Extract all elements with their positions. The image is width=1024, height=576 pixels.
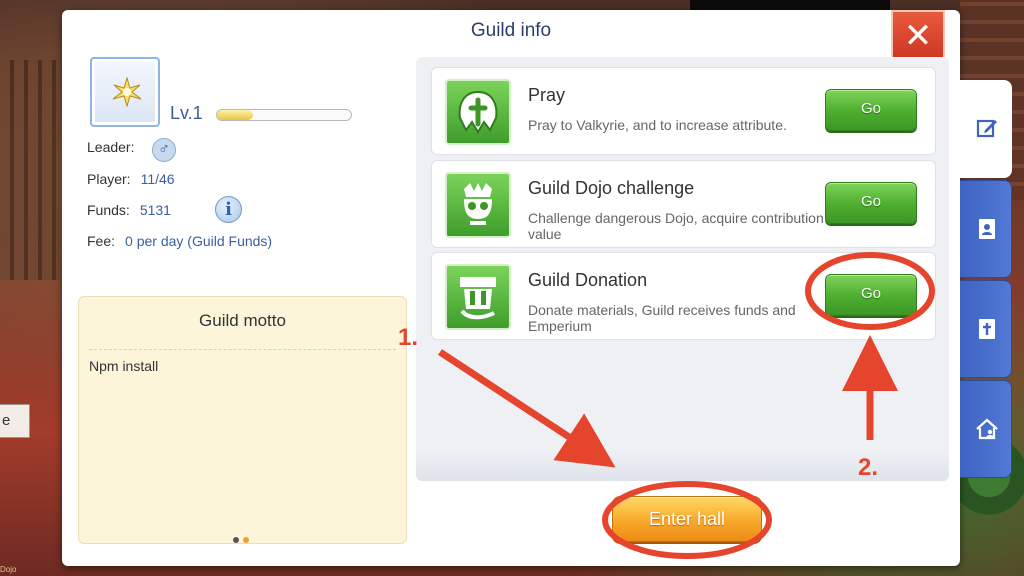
activity-description: Challenge dangerous Dojo, acquire contri… (528, 210, 824, 242)
tab-member-list[interactable] (960, 180, 1012, 278)
motto-title: Guild motto (199, 311, 286, 330)
annotation-step2-label: 2. (858, 454, 879, 481)
dojo-go-button[interactable]: Go (825, 182, 917, 224)
activity-description: Pray to Valkyrie, and to increase attrib… (528, 117, 787, 133)
player-label: Player: (87, 171, 131, 187)
player-row: Player: 11/46 (87, 171, 175, 187)
funds-value: 5131 (139, 202, 171, 218)
page-dot[interactable] (233, 537, 239, 543)
activity-card-donation: Guild Donation Donate materials, Guild r… (431, 252, 936, 340)
guild-xp-bar (216, 109, 352, 121)
background-hud-tag[interactable]: e (0, 404, 30, 438)
pray-icon (445, 79, 511, 145)
background-corner-label: Dojo (0, 565, 17, 574)
funds-info-icon[interactable]: i (215, 196, 242, 223)
activity-card-dojo: Guild Dojo challenge Challenge dangerous… (431, 160, 936, 248)
emblem-burst-icon (112, 77, 142, 107)
player-value: 11/46 (140, 171, 175, 187)
fee-row: Fee: 0 per day (Guild Funds) (87, 233, 272, 249)
activity-description: Donate materials, Guild receives funds a… (528, 302, 796, 334)
guild-level: Lv.1 (170, 103, 203, 123)
leader-label: Leader: (87, 139, 135, 155)
cross-book-icon (979, 319, 995, 339)
close-icon: ✕ (903, 17, 933, 55)
guild-house-icon (976, 418, 998, 440)
tab-guild-info[interactable] (960, 80, 1012, 178)
tab-guild-house[interactable] (960, 380, 1012, 478)
guild-emblem[interactable] (90, 57, 160, 127)
panel-title: Guild info (470, 20, 552, 41)
donation-go-button[interactable]: Go (825, 274, 917, 316)
skull-icon (445, 172, 511, 238)
edit-icon (976, 119, 997, 138)
fee-value: 0 per day (Guild Funds) (125, 233, 273, 249)
enter-hall-button[interactable]: Enter hall (612, 496, 762, 542)
tab-guild-faith[interactable] (960, 280, 1012, 378)
guild-xp-fill (217, 110, 254, 120)
male-icon: ♂ (152, 138, 176, 162)
background-pillar (0, 60, 60, 280)
motto-text: Npm install (89, 358, 159, 374)
annotation-step1-label: 1. (398, 324, 419, 351)
activity-card-pray: Pray Pray to Valkyrie, and to increase a… (431, 67, 936, 155)
motto-page-dots[interactable] (233, 530, 253, 548)
page-dot[interactable] (243, 537, 249, 543)
activity-title: Guild Donation (528, 270, 648, 290)
pray-go-button[interactable]: Go (825, 89, 917, 131)
activity-title: Guild Dojo challenge (528, 178, 695, 198)
activity-title: Pray (528, 85, 566, 105)
funds-label: Funds: (87, 202, 130, 218)
motto-divider (89, 349, 396, 350)
member-list-icon (979, 219, 995, 239)
leader-row: Leader: (87, 139, 134, 155)
funds-row: Funds: 5131 (87, 202, 171, 218)
donation-icon (445, 264, 511, 330)
guild-motto-box: Guild motto Npm install (78, 296, 407, 544)
fee-label: Fee: (87, 233, 116, 249)
